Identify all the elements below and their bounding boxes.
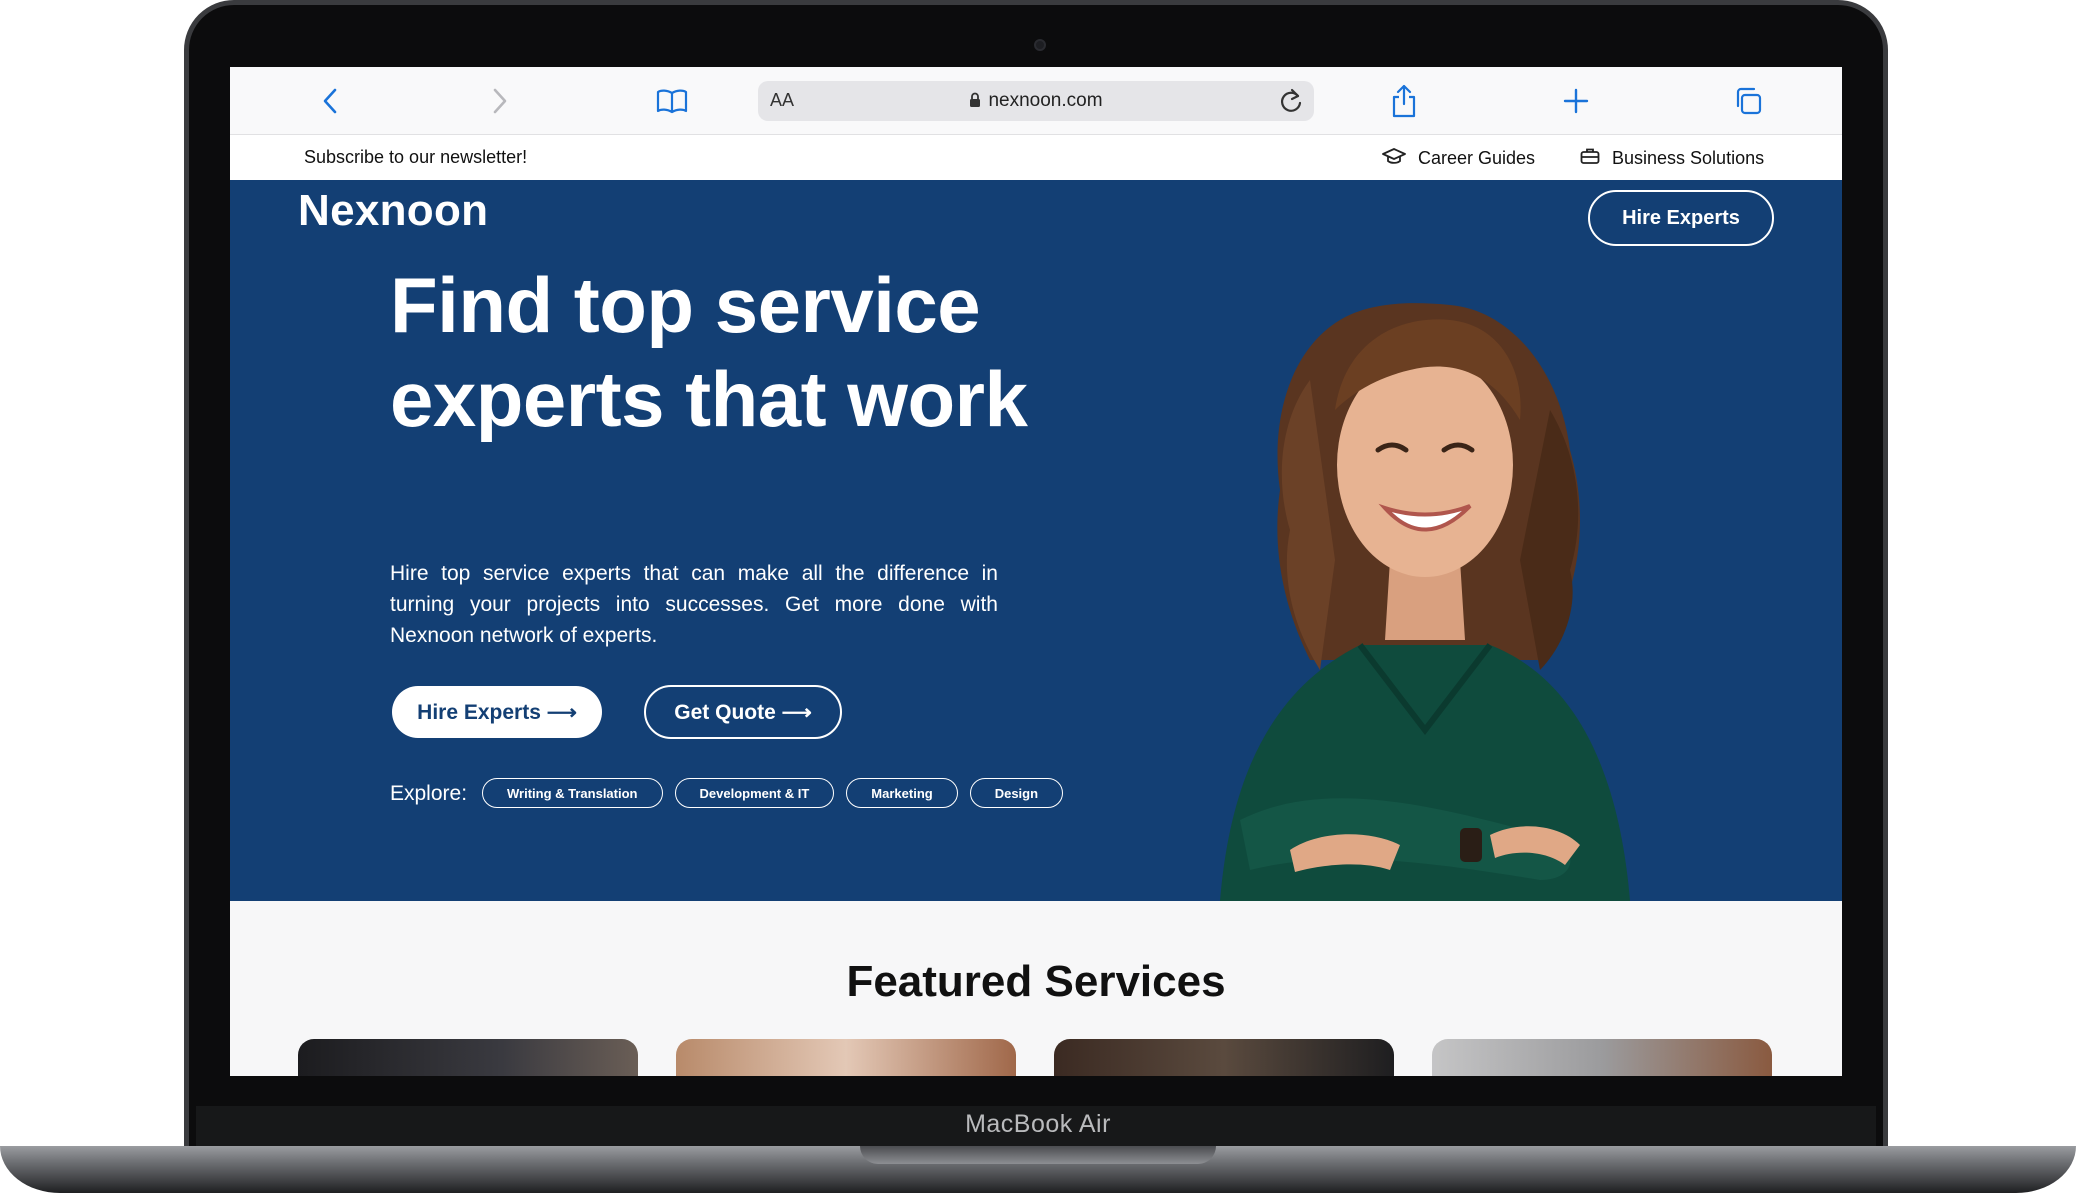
camera <box>1034 39 1046 51</box>
hero-section: Nexnoon Hire Experts Find top service ex… <box>230 180 1842 901</box>
url-text: nexnoon.com <box>988 90 1103 111</box>
device-label: MacBook Air <box>965 1110 1111 1138</box>
featured-services-section: Featured Services <box>230 901 1842 1076</box>
tabs-icon[interactable] <box>1730 83 1766 119</box>
header-hire-experts-button[interactable]: Hire Experts <box>1588 190 1774 246</box>
briefcase-icon <box>1580 147 1600 170</box>
laptop-hinge-notch <box>860 1146 1216 1164</box>
hero-headline: Find top service experts that work <box>390 258 1110 446</box>
reload-icon[interactable] <box>1278 88 1304 119</box>
service-card[interactable] <box>298 1039 638 1076</box>
service-card[interactable] <box>1432 1039 1772 1076</box>
newsletter-link[interactable]: Subscribe to our newsletter! <box>304 147 527 168</box>
new-tab-icon[interactable] <box>1558 83 1594 119</box>
headline-line-2: experts that work <box>390 355 1028 443</box>
chip-marketing[interactable]: Marketing <box>846 778 958 808</box>
explore-label: Explore: <box>390 782 468 805</box>
laptop-mockup: AA nexnoon.com Subscribe to our newslett… <box>0 0 2076 1193</box>
featured-services-title: Featured Services <box>846 957 1226 1006</box>
career-guides-link[interactable]: Career Guides <box>1382 147 1535 170</box>
lock-icon <box>969 92 981 114</box>
share-icon[interactable] <box>1386 83 1422 119</box>
career-guides-label: Career Guides <box>1418 148 1536 168</box>
utility-bar: Subscribe to our newsletter! Career Guid… <box>230 135 1842 180</box>
get-quote-button[interactable]: Get Quote ⟶ <box>644 685 842 739</box>
chip-design[interactable]: Design <box>969 778 1064 808</box>
browser-toolbar: AA nexnoon.com <box>230 67 1842 135</box>
hero-subtext: Hire top service experts that can make a… <box>390 562 998 647</box>
forward-icon[interactable] <box>482 83 518 119</box>
browser-screen: AA nexnoon.com Subscribe to our newslett… <box>230 67 1842 1076</box>
address-bar[interactable]: AA nexnoon.com <box>758 81 1314 121</box>
service-card[interactable] <box>1054 1039 1394 1076</box>
bookmarks-icon[interactable] <box>654 83 690 119</box>
business-solutions-link[interactable]: Business Solutions <box>1580 147 1764 170</box>
category-chips: Writing & Translation Development & IT M… <box>482 778 1064 808</box>
service-card[interactable] <box>676 1039 1016 1076</box>
business-solutions-label: Business Solutions <box>1612 148 1765 168</box>
chip-development-it[interactable]: Development & IT <box>674 778 835 808</box>
graduation-cap-icon <box>1382 147 1406 170</box>
hero-portrait-image <box>1220 303 1630 901</box>
hire-experts-button[interactable]: Hire Experts ⟶ <box>392 686 602 738</box>
site-logo[interactable]: Nexnoon <box>298 186 488 236</box>
back-icon[interactable] <box>312 83 348 119</box>
chip-writing-translation[interactable]: Writing & Translation <box>482 778 663 808</box>
headline-line-1: Find top service <box>390 261 981 349</box>
